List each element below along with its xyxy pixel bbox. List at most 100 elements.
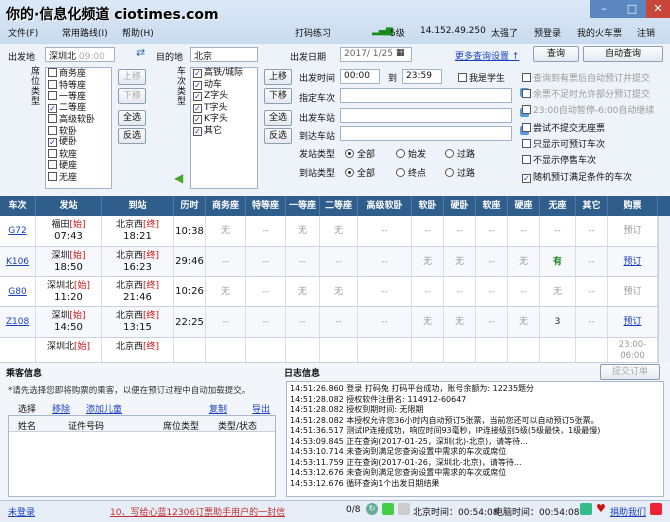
train-number-link[interactable]: G80: [0, 277, 35, 307]
column-header[interactable]: 软卧: [412, 196, 444, 216]
seat-move-down-button[interactable]: 下移: [118, 88, 146, 104]
option-checkbox[interactable]: 尝试不提交无座票: [522, 121, 605, 134]
notice-link[interactable]: 10、写给心蓝12306订票助手用户的一封信: [110, 505, 285, 518]
checkbox[interactable]: ✓: [193, 92, 202, 101]
train-move-up-button[interactable]: 上移: [264, 69, 292, 85]
book-button[interactable]: 预订: [608, 247, 657, 277]
depart-opt-origin[interactable]: 始发: [396, 147, 426, 160]
login-status-link[interactable]: 未登录: [8, 505, 35, 518]
train-select-all-button[interactable]: 全选: [264, 110, 292, 126]
student-checkbox[interactable]: 我是学生: [458, 71, 505, 84]
train-number-link[interactable]: K106: [0, 247, 35, 277]
my-tickets-button[interactable]: 我的火车票: [577, 26, 622, 39]
seat-select-all-button[interactable]: 全选: [118, 110, 146, 126]
column-header[interactable]: 硬座: [508, 196, 540, 216]
checkbox[interactable]: [522, 139, 531, 148]
sync-icon[interactable]: [580, 503, 592, 515]
train-number-link[interactable]: Z108: [0, 307, 35, 338]
submit-order-button[interactable]: 提交订单: [600, 364, 660, 380]
maximize-button[interactable]: □: [618, 0, 646, 18]
table-row[interactable]: 深圳北[始] 北京西[终] 23:00-06:00: [0, 338, 658, 363]
seat-type-item[interactable]: 商务座: [46, 68, 111, 80]
specify-train-input[interactable]: [340, 88, 512, 103]
train-type-item[interactable]: ✓ K字头: [191, 114, 257, 126]
book-button[interactable]: 预订: [608, 307, 657, 338]
calendar-icon[interactable]: ▦: [396, 48, 405, 58]
menu-file[interactable]: 文件(F): [8, 26, 38, 39]
checkbox[interactable]: [48, 171, 57, 181]
depart-time-to[interactable]: 23:59: [402, 69, 442, 84]
captcha-practice[interactable]: 打码练习: [295, 26, 331, 39]
specify-station-input[interactable]: [340, 108, 512, 123]
column-header[interactable]: 二等座: [320, 196, 358, 216]
table-row[interactable]: G80 深圳北[始] 11:20 北京西[终] 21:46 10:26 无 -- 无 无 -- -- -…: [0, 277, 658, 307]
depart-opt-passing[interactable]: 过路: [445, 147, 475, 160]
back-arrow-icon[interactable]: ◀: [174, 171, 183, 185]
seat-invert-button[interactable]: 反选: [118, 128, 146, 144]
checkbox[interactable]: ✓: [193, 103, 202, 113]
checkbox[interactable]: [522, 123, 531, 132]
to-input[interactable]: 北京: [190, 47, 258, 62]
column-header[interactable]: 硬卧: [444, 196, 476, 216]
donate-link[interactable]: 捐助我们: [598, 505, 646, 518]
seat-move-up-button[interactable]: 上移: [118, 69, 146, 85]
menu-routes[interactable]: 常用路线(I): [62, 26, 108, 39]
checkbox[interactable]: [48, 68, 57, 77]
arrive-opt-terminal[interactable]: 终点: [396, 166, 426, 179]
seat-type-item[interactable]: 无座: [46, 171, 111, 184]
column-header[interactable]: 高级软卧: [358, 196, 412, 216]
seat-type-item[interactable]: ✓ 二等座: [46, 103, 111, 115]
column-header[interactable]: 其它: [576, 196, 608, 216]
option-checkbox[interactable]: 余票不足时允许部分预订提交: [522, 87, 650, 100]
table-row[interactable]: Z108 深圳[始] 14:50 北京西[终] 13:15 22:25 -- -- -- -- --…: [0, 307, 658, 338]
train-type-item[interactable]: ✓ 动车: [191, 80, 257, 92]
query-button[interactable]: 查询: [533, 46, 579, 62]
column-header[interactable]: 特等座: [246, 196, 286, 216]
seat-type-item[interactable]: 一等座: [46, 91, 111, 103]
auto-query-button[interactable]: 自动查询: [583, 46, 663, 62]
menu-help[interactable]: 帮助(H): [122, 26, 154, 39]
seat-type-item[interactable]: 软座: [46, 148, 111, 161]
checkbox[interactable]: ✓: [48, 138, 57, 147]
train-type-item[interactable]: ✓ 其它: [191, 126, 257, 138]
checkbox[interactable]: [48, 91, 57, 100]
passenger-select[interactable]: 选择: [18, 402, 36, 415]
passenger-export[interactable]: 导出: [252, 402, 270, 415]
train-type-item[interactable]: ✓ Z字头: [191, 91, 257, 103]
passenger-add-child[interactable]: 添加儿童: [86, 402, 122, 415]
depart-opt-all[interactable]: 全部: [345, 147, 375, 160]
more-settings-link[interactable]: 更多查询设置 ↑: [455, 49, 519, 62]
checkbox[interactable]: ✓: [48, 103, 57, 113]
train-number-link[interactable]: G72: [0, 216, 35, 247]
checkbox[interactable]: [48, 79, 57, 89]
logout-button[interactable]: 注销: [637, 26, 655, 39]
arrive-opt-passing[interactable]: 过路: [445, 166, 475, 179]
seat-type-item[interactable]: 高级软卧: [46, 114, 111, 126]
arrive-opt-all[interactable]: 全部: [345, 166, 375, 179]
column-header[interactable]: 发站: [36, 196, 102, 216]
checkbox[interactable]: [522, 89, 531, 98]
column-header[interactable]: 商务座: [206, 196, 246, 216]
book-button[interactable]: 预订: [608, 216, 657, 247]
column-header[interactable]: 软座: [476, 196, 508, 216]
checkbox[interactable]: ✓: [193, 80, 202, 90]
train-invert-button[interactable]: 反选: [264, 128, 292, 144]
seat-type-item[interactable]: 硬座: [46, 160, 111, 172]
option-checkbox[interactable]: 查询到有票后自动预订并提交: [522, 71, 650, 84]
from-input[interactable]: 深圳北 09:00: [45, 47, 115, 62]
table-scrollbar[interactable]: [658, 216, 670, 363]
option-checkbox[interactable]: ✓ 随机预订满足条件的车次: [522, 170, 632, 183]
swap-icon[interactable]: ⇄: [136, 46, 150, 60]
column-header[interactable]: 购票: [608, 196, 658, 216]
column-header[interactable]: 一等座: [286, 196, 320, 216]
train-type-item[interactable]: ✓ T字头: [191, 103, 257, 115]
checkbox[interactable]: [48, 125, 57, 135]
book-button[interactable]: 23:00-06:00: [608, 338, 657, 362]
checkbox[interactable]: ✓: [193, 115, 202, 124]
option-checkbox[interactable]: 不显示停售车次: [522, 153, 596, 166]
train-move-down-button[interactable]: 下移: [264, 88, 292, 104]
checkbox[interactable]: ✓: [193, 69, 202, 78]
checkbox[interactable]: [48, 160, 57, 169]
option-checkbox[interactable]: 只显示可预订车次: [522, 137, 605, 150]
checkbox[interactable]: [522, 105, 531, 114]
